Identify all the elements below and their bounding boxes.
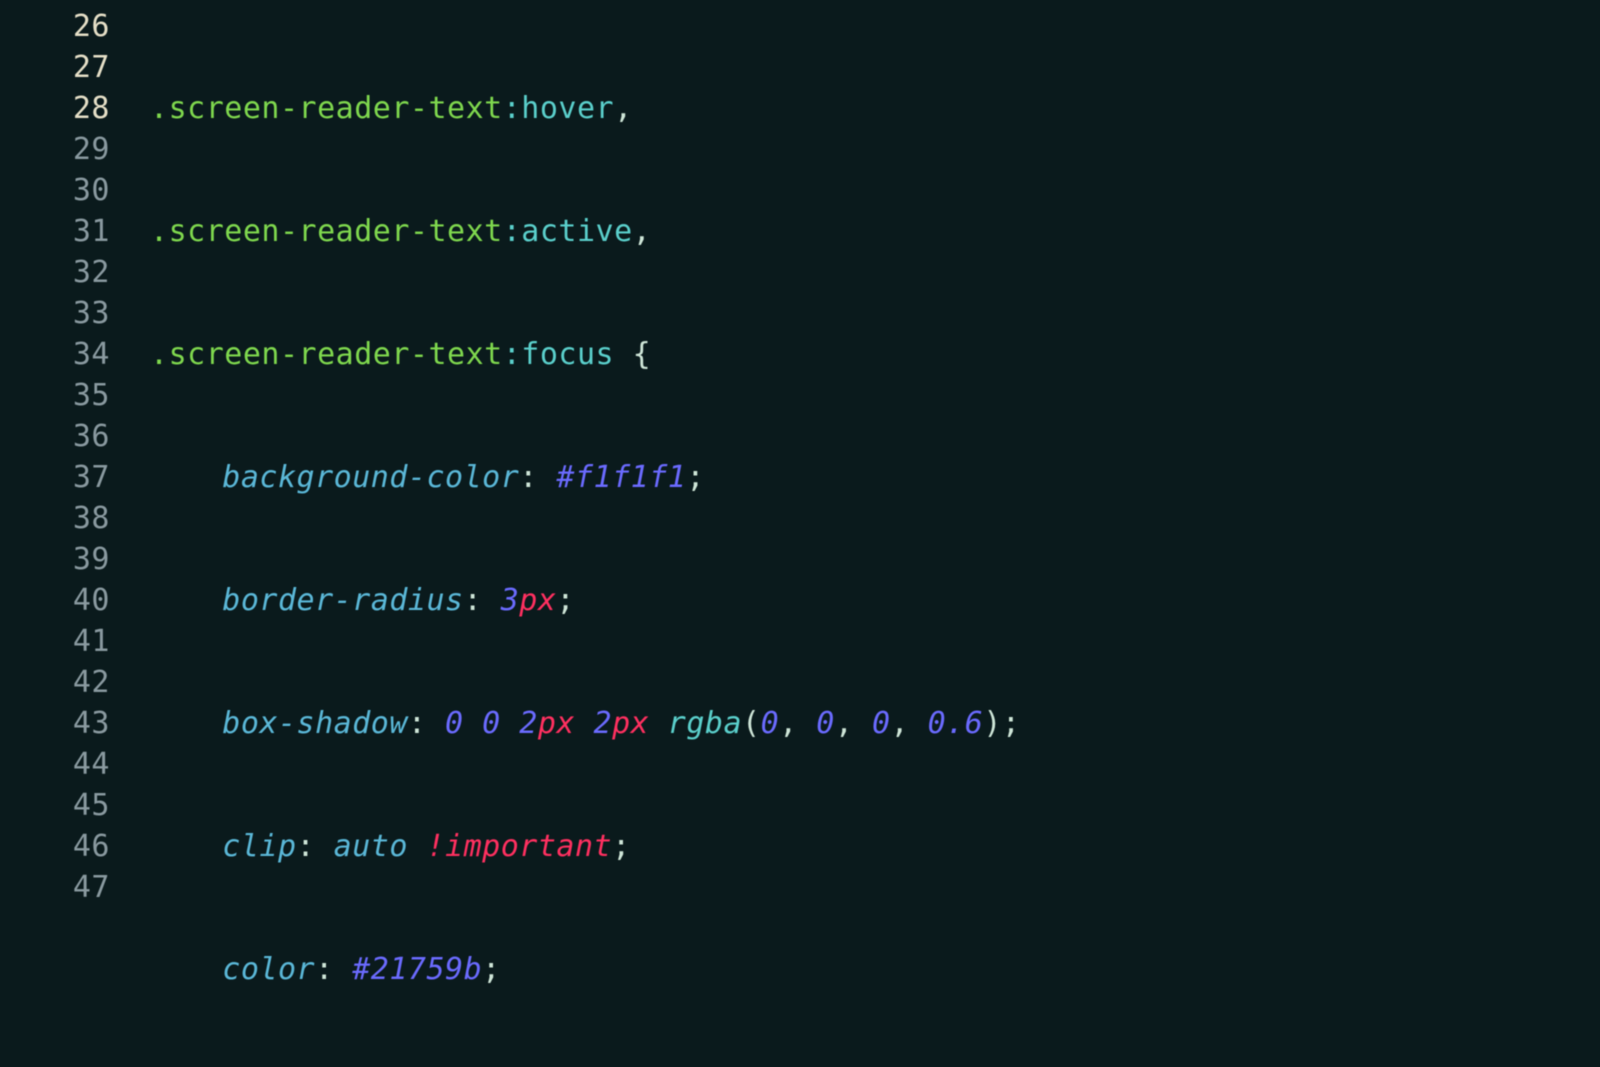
line-number: 29	[0, 129, 110, 170]
code-line[interactable]: border-radius: 3px;	[132, 580, 1600, 621]
line-number: 47	[0, 867, 110, 908]
code-line[interactable]: clip: auto !important;	[132, 826, 1600, 867]
css-value: #f1f1f1	[556, 460, 686, 495]
line-number: 44	[0, 744, 110, 785]
css-pseudo: :active	[503, 214, 633, 249]
css-property: box-shadow	[222, 706, 408, 741]
code-line[interactable]: color: #21759b;	[132, 949, 1600, 990]
line-number: 30	[0, 170, 110, 211]
css-property: border-radius	[222, 583, 463, 618]
line-number: 37	[0, 457, 110, 498]
line-number: 33	[0, 293, 110, 334]
line-number: 38	[0, 498, 110, 539]
code-line[interactable]: .screen-reader-text:focus {	[132, 334, 1600, 375]
line-number: 28	[0, 88, 110, 129]
line-number: 41	[0, 621, 110, 662]
css-selector: .screen-reader-text	[150, 91, 503, 126]
line-number: 31	[0, 211, 110, 252]
code-area[interactable]: .screen-reader-text:hover, .screen-reade…	[132, 6, 1600, 1067]
code-line[interactable]: .screen-reader-text:active,	[132, 211, 1600, 252]
css-property: clip	[222, 829, 296, 864]
css-important: !important	[426, 829, 612, 864]
code-editor[interactable]: 26 27 28 29 30 31 32 33 34 35 36 37 38 3…	[0, 0, 1600, 1067]
line-number: 27	[0, 47, 110, 88]
code-line[interactable]: box-shadow: 0 0 2px 2px rgba(0, 0, 0, 0.…	[132, 703, 1600, 744]
css-pseudo: :hover	[503, 91, 614, 126]
line-number: 32	[0, 252, 110, 293]
css-pseudo: :focus	[503, 337, 614, 372]
line-number: 36	[0, 416, 110, 457]
line-number: 46	[0, 826, 110, 867]
line-number: 40	[0, 580, 110, 621]
css-property: color	[222, 952, 315, 987]
line-number: 43	[0, 703, 110, 744]
line-number: 39	[0, 539, 110, 580]
css-selector: .screen-reader-text	[150, 214, 503, 249]
line-number: 26	[0, 6, 110, 47]
code-line[interactable]: .screen-reader-text:hover,	[132, 88, 1600, 129]
css-selector: .screen-reader-text	[150, 337, 503, 372]
line-number: 45	[0, 785, 110, 826]
line-number: 34	[0, 334, 110, 375]
code-line[interactable]: background-color: #f1f1f1;	[132, 457, 1600, 498]
open-brace: {	[614, 337, 651, 372]
css-value: #21759b	[352, 952, 482, 987]
line-number-gutter: 26 27 28 29 30 31 32 33 34 35 36 37 38 3…	[0, 6, 132, 1067]
line-number: 42	[0, 662, 110, 703]
line-number: 35	[0, 375, 110, 416]
css-property: background-color	[222, 460, 519, 495]
